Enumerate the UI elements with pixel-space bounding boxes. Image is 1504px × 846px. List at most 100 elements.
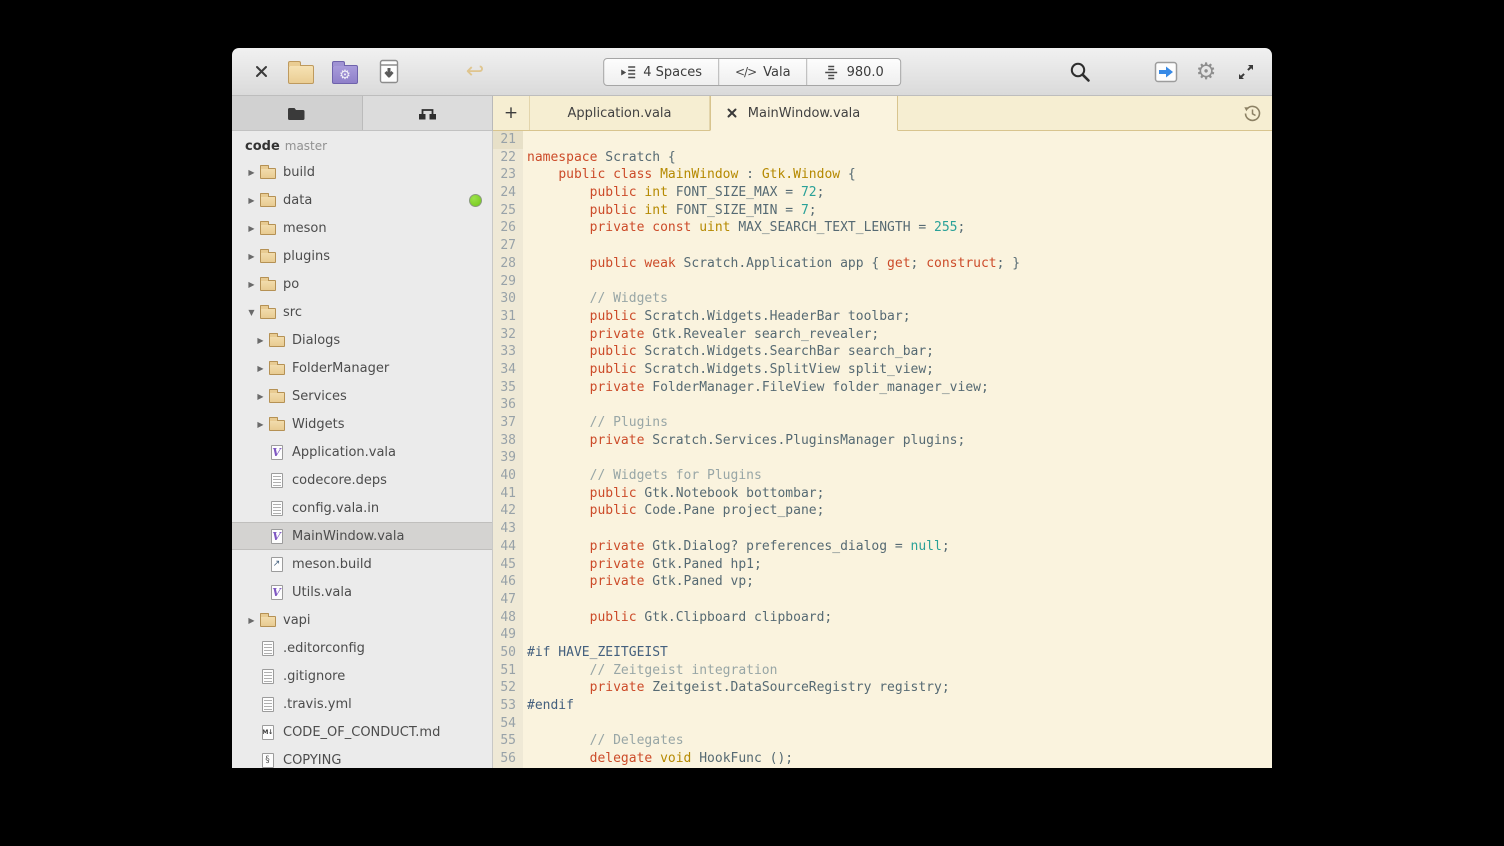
- tree-item-widgets[interactable]: ▶Widgets: [232, 410, 492, 438]
- tree-item-label: data: [283, 193, 312, 208]
- license-file-icon: §: [258, 753, 277, 768]
- text-file-icon: [267, 501, 286, 516]
- line-number: 37: [493, 414, 523, 432]
- tab-application-vala[interactable]: Application.vala: [530, 96, 710, 130]
- line-number: 51: [493, 662, 523, 680]
- line-number: 29: [493, 273, 523, 291]
- tree-item-meson-build[interactable]: ↗meson.build: [232, 550, 492, 578]
- tree-item-label: .gitignore: [283, 669, 345, 684]
- tree-item-editorconfig[interactable]: .editorconfig: [232, 634, 492, 662]
- tree-item-utils-vala[interactable]: VUtils.vala: [232, 578, 492, 606]
- code-line: 48 public Gtk.Clipboard clipboard;: [493, 609, 1272, 627]
- code-line: 49: [493, 626, 1272, 644]
- recent-files-button[interactable]: [1243, 96, 1272, 130]
- files-view-tab[interactable]: [232, 96, 363, 130]
- tree-item-services[interactable]: ▶Services: [232, 382, 492, 410]
- share-button[interactable]: [1152, 58, 1180, 86]
- expander-icon[interactable]: ▼: [245, 308, 258, 317]
- indent-width-button[interactable]: 4 Spaces: [604, 59, 719, 85]
- tree-item-gitignore[interactable]: .gitignore: [232, 662, 492, 690]
- folder-icon: [258, 249, 277, 263]
- tree-item-label: .editorconfig: [283, 641, 365, 656]
- outline-view-tab[interactable]: [363, 96, 493, 130]
- code-line: 30 // Widgets: [493, 290, 1272, 308]
- code-text: public Gtk.Clipboard clipboard;: [523, 609, 832, 627]
- code-text: // Delegates: [523, 732, 684, 750]
- project-sidebar: codemaster ▶build▶data▶meson▶plugins▶po▼…: [232, 131, 493, 768]
- code-text: // Plugins: [523, 414, 668, 432]
- folder-icon: [258, 613, 277, 627]
- code-text: namespace Scratch {: [523, 149, 676, 167]
- tree-item-codecore-deps[interactable]: codecore.deps: [232, 466, 492, 494]
- line-number: 23: [493, 166, 523, 184]
- language-button[interactable]: </> Vala: [719, 59, 808, 85]
- code-text: #if HAVE_ZEITGEIST: [523, 644, 668, 662]
- tree-item-foldermanager[interactable]: ▶ FolderManager: [232, 354, 492, 382]
- expander-icon[interactable]: ▶: [245, 280, 258, 289]
- search-icon: [1068, 60, 1092, 84]
- window-close-icon[interactable]: [250, 61, 272, 83]
- expander-icon[interactable]: ▶: [245, 196, 258, 205]
- tree-item-dialogs[interactable]: ▶Dialogs: [232, 326, 492, 354]
- expander-icon[interactable]: ▶: [245, 252, 258, 261]
- code-text: public weak Scratch.Application app { ge…: [523, 255, 1020, 273]
- search-button[interactable]: [1068, 60, 1092, 84]
- undo-icon: ↩: [466, 59, 484, 84]
- expander-icon[interactable]: ▶: [254, 364, 267, 373]
- code-text: [523, 591, 527, 609]
- tree-item-copying[interactable]: § COPYING: [232, 746, 492, 768]
- tree-item-code-of-conduct-md[interactable]: M↓CODE_OF_CONDUCT.md: [232, 718, 492, 746]
- expander-icon[interactable]: ▶: [245, 224, 258, 233]
- outline-hierarchy-icon: [418, 106, 437, 121]
- code-line: 39: [493, 449, 1272, 467]
- tree-item-application-vala[interactable]: VApplication.vala: [232, 438, 492, 466]
- line-number-icon: [824, 64, 840, 80]
- tree-item-travis-yml[interactable]: .travis.yml: [232, 690, 492, 718]
- project-branch: master: [285, 139, 327, 153]
- build-file-icon: ↗: [267, 557, 286, 572]
- open-file-button[interactable]: [286, 57, 316, 87]
- tab-close-icon[interactable]: [724, 105, 740, 121]
- line-number: 42: [493, 502, 523, 520]
- code-text: public Code.Pane project_pane;: [523, 502, 824, 520]
- fullscreen-button[interactable]: [1232, 58, 1260, 86]
- line-number: 46: [493, 573, 523, 591]
- tree-item-src[interactable]: ▼src: [232, 298, 492, 326]
- code-editor[interactable]: 2122namespace Scratch {23 public class M…: [493, 131, 1272, 768]
- goto-line-button[interactable]: 980.0: [808, 59, 900, 85]
- project-header[interactable]: codemaster: [232, 131, 492, 158]
- undo-button[interactable]: ↩: [460, 57, 490, 87]
- tree-item-label: po: [283, 277, 299, 292]
- tree-item-label: CODE_OF_CONDUCT.md: [283, 725, 440, 740]
- tree-item-build[interactable]: ▶build: [232, 158, 492, 186]
- expander-icon[interactable]: ▶: [254, 420, 267, 429]
- templates-button[interactable]: ⚙: [330, 57, 360, 87]
- tab-mainwindow-vala[interactable]: MainWindow.vala: [710, 96, 898, 131]
- line-number: 38: [493, 432, 523, 450]
- tree-item-data[interactable]: ▶ data: [232, 186, 492, 214]
- line-number: 48: [493, 609, 523, 627]
- tree-item-config-vala-in[interactable]: config.vala.in: [232, 494, 492, 522]
- code-markup-icon: </>: [735, 65, 756, 79]
- tree-item-vapi[interactable]: ▶vapi: [232, 606, 492, 634]
- tree-item-plugins[interactable]: ▶plugins: [232, 242, 492, 270]
- tree-item-meson[interactable]: ▶meson: [232, 214, 492, 242]
- code-text: public Gtk.Notebook bottombar;: [523, 485, 824, 503]
- code-line: 47: [493, 591, 1272, 609]
- tree-item-po[interactable]: ▶ po: [232, 270, 492, 298]
- code-line: 45 private Gtk.Paned hp1;: [493, 556, 1272, 574]
- tree-item-mainwindow-vala[interactable]: VMainWindow.vala: [232, 522, 492, 550]
- new-tab-button[interactable]: +: [493, 96, 530, 130]
- code-line: 27: [493, 237, 1272, 255]
- tree-item-label: FolderManager: [292, 361, 389, 376]
- save-as-button[interactable]: [374, 57, 404, 87]
- code-line: 37 // Plugins: [493, 414, 1272, 432]
- expander-icon[interactable]: ▶: [245, 168, 258, 177]
- tab-bar: + Application.vala MainWindow.vala: [493, 96, 1272, 131]
- expander-icon[interactable]: ▶: [245, 616, 258, 625]
- line-number: 31: [493, 308, 523, 326]
- expander-icon[interactable]: ▶: [254, 336, 267, 345]
- expander-icon[interactable]: ▶: [254, 392, 267, 401]
- tree-item-label: COPYING: [283, 753, 341, 768]
- settings-button[interactable]: ⚙: [1192, 58, 1220, 86]
